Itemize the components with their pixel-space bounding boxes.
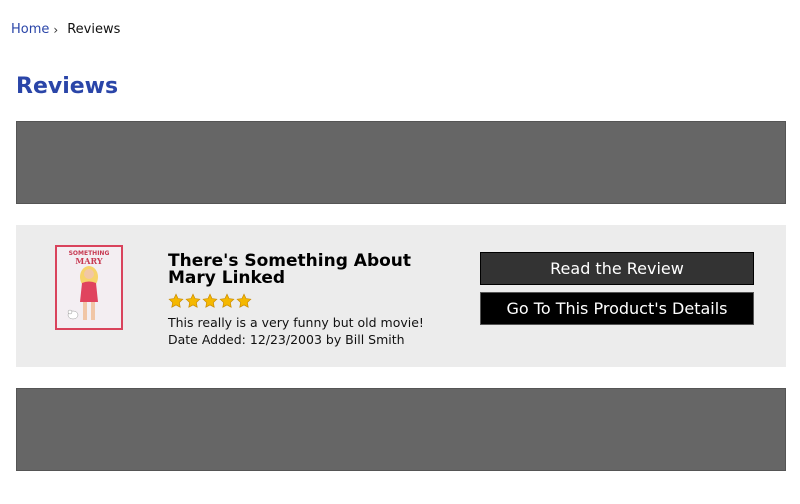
- product-poster-image[interactable]: SOMETHING MARY: [55, 245, 123, 330]
- page-title: Reviews: [16, 74, 119, 99]
- banner-ad-bottom: [16, 388, 786, 471]
- product-details-button[interactable]: Go To This Product's Details: [480, 292, 754, 325]
- review-date-line: Date Added: 12/23/2003 by Bill Smith: [168, 332, 405, 347]
- breadcrumb-current: Reviews: [67, 22, 121, 37]
- review-card: SOMETHING MARY There's Something About M…: [16, 225, 786, 367]
- breadcrumb-home-link[interactable]: Home: [11, 22, 49, 37]
- star-icon: [236, 293, 252, 308]
- review-text: This really is a very funny but old movi…: [168, 315, 424, 330]
- rating-stars: [168, 293, 252, 309]
- banner-ad-top: [16, 121, 786, 204]
- poster-text-mid: MARY: [75, 256, 102, 266]
- product-title[interactable]: There's Something About Mary Linked: [168, 253, 448, 287]
- star-icon: [168, 293, 184, 308]
- poster-art: SOMETHING MARY: [57, 247, 121, 328]
- read-review-button[interactable]: Read the Review: [480, 252, 754, 285]
- breadcrumb-separator-icon: ›: [53, 22, 59, 37]
- star-icon: [219, 293, 235, 308]
- breadcrumb: Home › Reviews: [11, 22, 120, 37]
- star-icon: [202, 293, 218, 308]
- star-icon: [185, 293, 201, 308]
